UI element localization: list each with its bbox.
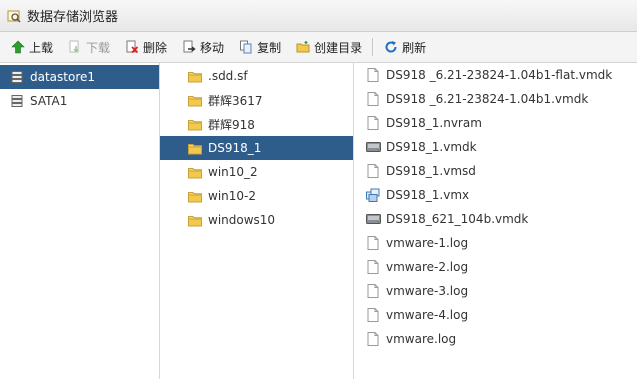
folder-item-label: .sdd.sf (208, 69, 248, 83)
file-item-label: DS918_1.nvram (386, 116, 482, 130)
download-button[interactable]: 下载 (67, 39, 110, 56)
delete-label: 删除 (143, 40, 168, 55)
toolbar: 上载 下载 删除 移动 复制 创建目录 刷新 (0, 32, 637, 63)
delete-icon (124, 39, 140, 55)
folder-item[interactable]: win10-2 (160, 184, 353, 208)
file-icon (365, 307, 381, 323)
folder-icon (187, 164, 203, 180)
file-item-label: vmware-2.log (386, 260, 469, 274)
folder-item[interactable]: windows10 (160, 208, 353, 232)
file-icon (365, 67, 381, 83)
vm-icon (365, 187, 381, 203)
create-folder-label: 创建目录 (314, 40, 363, 55)
window-titlebar: 数据存储浏览器 (0, 0, 637, 32)
file-item[interactable]: DS918 _6.21-23824-1.04b1-flat.vmdk (354, 63, 637, 87)
file-pane: DS918 _6.21-23824-1.04b1-flat.vmdk DS918 … (354, 63, 637, 379)
delete-button[interactable]: 删除 (124, 39, 167, 56)
folder-icon (187, 140, 203, 156)
disk-icon (365, 139, 381, 155)
refresh-button[interactable]: 刷新 (383, 39, 426, 56)
folder-item-label: win10_2 (208, 165, 258, 179)
folder-item-label: DS918_1 (208, 141, 262, 155)
datastore-pane: datastore1 SATA1 (0, 63, 160, 379)
folder-item-label: 群辉918 (208, 117, 255, 132)
file-icon (365, 331, 381, 347)
file-icon (365, 235, 381, 251)
file-icon (365, 283, 381, 299)
file-item[interactable]: vmware-2.log (354, 255, 637, 279)
file-item-label: DS918_1.vmx (386, 188, 470, 202)
datastore-list: datastore1 SATA1 (0, 65, 159, 113)
folder-item[interactable]: .sdd.sf (160, 64, 353, 88)
datastore-label: datastore1 (30, 70, 96, 84)
folder-icon (187, 116, 203, 132)
file-list: DS918 _6.21-23824-1.04b1-flat.vmdk DS918 … (354, 63, 637, 351)
upload-button[interactable]: 上载 (10, 39, 53, 56)
toolbar-separator (372, 38, 374, 56)
download-icon (67, 39, 83, 55)
folder-icon (187, 212, 203, 228)
upload-label: 上载 (29, 40, 54, 55)
folder-item[interactable]: DS918_1 (160, 136, 353, 160)
move-button[interactable]: 移动 (181, 39, 224, 56)
folder-pane: .sdd.sf 群辉3617 群辉918 DS918_1 win10_2 win10-2 w… (160, 63, 354, 379)
file-item-label: DS918_621_104b.vmdk (386, 212, 529, 226)
folder-item-label: 群辉3617 (208, 93, 263, 108)
folder-item-label: win10-2 (208, 189, 256, 203)
datastore-item[interactable]: SATA1 (0, 89, 159, 113)
upload-icon (10, 39, 26, 55)
window-title: 数据存储浏览器 (27, 10, 119, 25)
file-icon (365, 163, 381, 179)
refresh-icon (383, 39, 399, 55)
file-item[interactable]: DS918_1.vmx (354, 183, 637, 207)
file-icon (365, 91, 381, 107)
datastore-item[interactable]: datastore1 (0, 65, 159, 89)
file-item[interactable]: DS918_1.vmdk (354, 135, 637, 159)
file-item-label: vmware-3.log (386, 284, 469, 298)
move-label: 移动 (200, 40, 225, 55)
datastore-browser-icon (7, 9, 21, 23)
folder-item-label: windows10 (208, 213, 276, 227)
new-folder-icon (295, 39, 311, 55)
file-item[interactable]: vmware.log (354, 327, 637, 351)
datastore-icon (9, 93, 25, 109)
refresh-label: 刷新 (402, 40, 427, 55)
file-item-label: DS918 _6.21-23824-1.04b1-flat.vmdk (386, 68, 613, 82)
download-label: 下载 (86, 40, 111, 55)
folder-list: .sdd.sf 群辉3617 群辉918 DS918_1 win10_2 win10-2 w… (160, 64, 353, 232)
copy-icon (238, 39, 254, 55)
datastore-label: SATA1 (30, 94, 68, 108)
file-item-label: DS918 _6.21-23824-1.04b1.vmdk (386, 92, 589, 106)
file-item-label: vmware-4.log (386, 308, 469, 322)
datastore-icon (9, 69, 25, 85)
file-icon (365, 259, 381, 275)
folder-item[interactable]: win10_2 (160, 160, 353, 184)
folder-item[interactable]: 群辉918 (160, 112, 353, 136)
folder-icon (187, 92, 203, 108)
file-item[interactable]: DS918_621_104b.vmdk (354, 207, 637, 231)
file-item-label: vmware-1.log (386, 236, 469, 250)
folder-icon (187, 68, 203, 84)
copy-button[interactable]: 复制 (238, 39, 281, 56)
file-item[interactable]: DS918_1.nvram (354, 111, 637, 135)
folder-item[interactable]: 群辉3617 (160, 88, 353, 112)
file-item-label: DS918_1.vmsd (386, 164, 476, 178)
file-item[interactable]: DS918 _6.21-23824-1.04b1.vmdk (354, 87, 637, 111)
copy-label: 复制 (257, 40, 282, 55)
file-item[interactable]: vmware-4.log (354, 303, 637, 327)
create-folder-button[interactable]: 创建目录 (295, 39, 362, 56)
folder-icon (187, 188, 203, 204)
file-item-label: vmware.log (386, 332, 457, 346)
disk-icon (365, 211, 381, 227)
file-item[interactable]: DS918_1.vmsd (354, 159, 637, 183)
move-icon (181, 39, 197, 55)
file-item[interactable]: vmware-3.log (354, 279, 637, 303)
file-icon (365, 115, 381, 131)
file-item[interactable]: vmware-1.log (354, 231, 637, 255)
file-item-label: DS918_1.vmdk (386, 140, 477, 154)
